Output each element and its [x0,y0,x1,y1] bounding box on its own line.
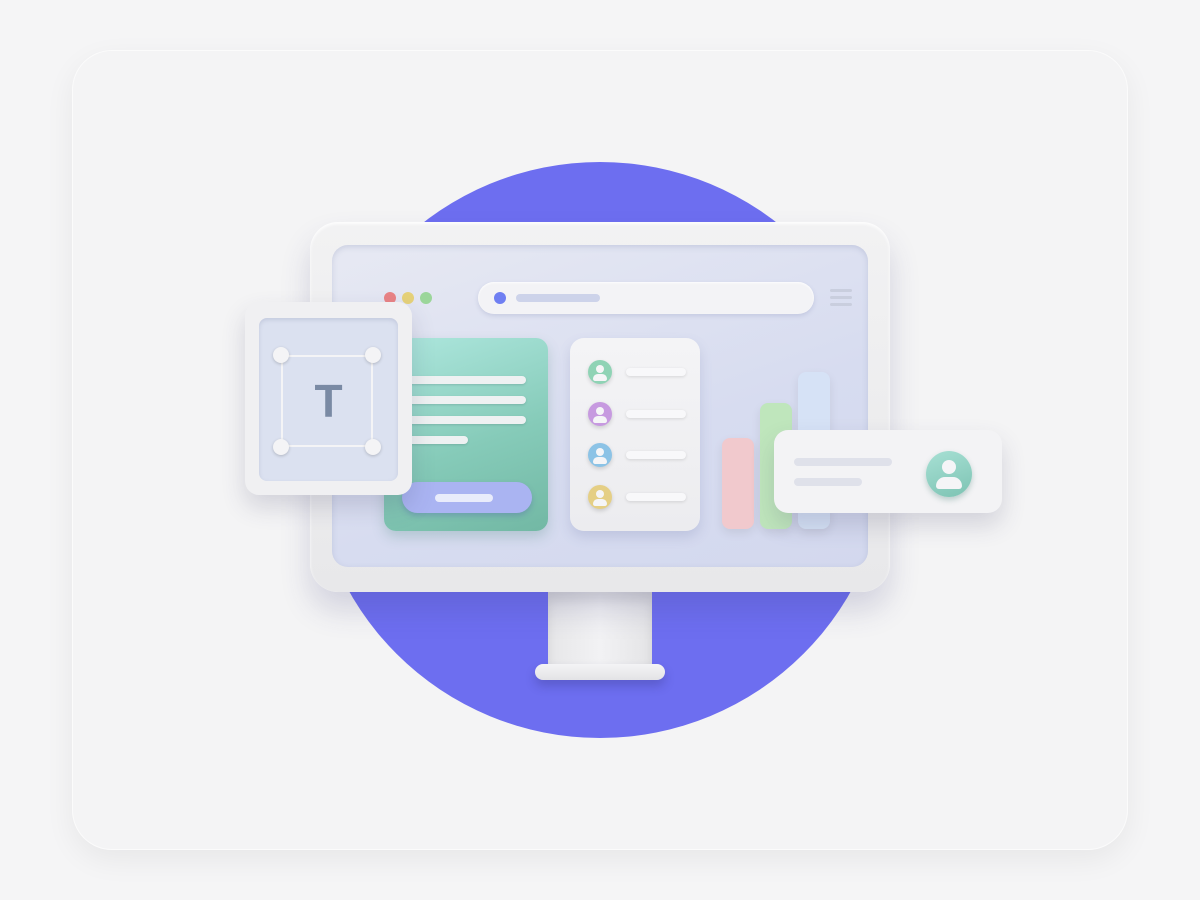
monitor-stand-neck [548,592,652,668]
resize-handle[interactable] [273,439,289,455]
profile-name-line [794,458,892,466]
monitor-stand-base [535,664,665,680]
minimize-window-dot[interactable] [402,292,414,304]
card-action-button[interactable] [402,482,532,513]
list-item-line [626,368,686,376]
resize-handle[interactable] [273,347,289,363]
list-item-line [626,451,686,459]
resize-handle[interactable] [365,439,381,455]
text-tool-panel[interactable]: T [245,302,412,495]
site-icon [494,292,506,304]
user-avatar-icon[interactable] [588,485,612,509]
address-bar[interactable] [478,282,814,314]
maximize-window-dot[interactable] [420,292,432,304]
user-avatar-icon[interactable] [588,443,612,467]
profile-avatar-icon[interactable] [926,451,972,497]
hamburger-menu-icon[interactable] [830,289,852,307]
url-placeholder-line [516,294,600,302]
text-line [408,416,526,424]
text-line [408,396,526,404]
text-tool-icon: T [259,318,398,481]
text-letter: T [314,375,343,427]
user-avatar-icon[interactable] [588,402,612,426]
text-line [408,376,526,384]
profile-detail-line [794,478,862,486]
list-item-line [626,493,686,501]
text-line [408,436,468,444]
user-avatar-icon[interactable] [588,360,612,384]
list-item-line [626,410,686,418]
resize-handle[interactable] [365,347,381,363]
chart-bar [722,438,754,529]
contact-list [570,338,700,531]
profile-card[interactable] [774,430,1002,513]
